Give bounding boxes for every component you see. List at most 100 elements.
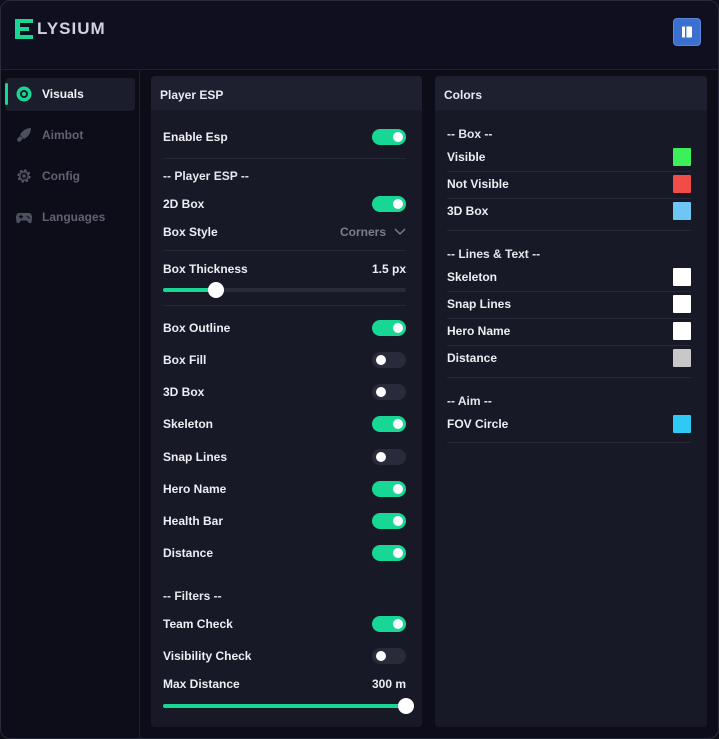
color-swatch[interactable] [673,175,691,193]
chevron-down-icon [394,228,406,235]
sidebar-item-label: Aimbot [42,128,84,142]
team-check-toggle[interactable] [372,616,406,632]
row-label: FOV Circle [447,417,509,431]
box-fill-row: Box Fill [163,352,406,368]
row-label: Snap Lines [447,297,512,311]
3d-box-toggle[interactable] [372,384,406,400]
snap-lines-toggle[interactable] [372,449,406,465]
sidebar: Visuals Aimbot Config Languages [1,70,140,738]
sidebar-item-languages[interactable]: Languages [5,201,135,234]
section-heading: -- Lines & Text -- [447,247,541,261]
row-label: Visibility Check [163,649,252,663]
dropdown-value: Corners [339,225,386,239]
row-label: Enable Esp [163,130,228,144]
divider [447,442,691,443]
section-heading: -- Box -- [447,127,493,141]
color-swatch[interactable] [673,295,691,313]
distance-toggle[interactable] [372,545,406,561]
row-label: Not Visible [447,177,509,191]
header-book-button[interactable] [673,18,701,46]
toggle-knob [376,355,386,365]
3d-box-row: 3D Box [163,384,406,400]
toggle-knob [376,452,386,462]
logo: LYSIUM [13,17,106,41]
row-label: Box Outline [163,321,231,335]
divider [163,158,406,159]
color-row-3d-box: 3D Box [447,202,691,220]
sidebar-item-config[interactable]: Config [5,160,135,193]
snap-lines-row: Snap Lines [163,449,406,465]
section-heading: -- Filters -- [163,589,222,603]
skeleton-toggle[interactable] [372,416,406,432]
health-bar-toggle[interactable] [372,513,406,529]
color-row-skeleton: Skeleton [447,268,691,286]
toggle-knob [393,484,403,494]
row-label: Box Thickness [163,262,248,276]
slider-fill [163,704,406,708]
toggle-knob [393,548,403,558]
box-thickness-slider[interactable] [163,282,406,298]
row-label: Visible [447,150,486,164]
panel-title: Player ESP [151,76,422,110]
sidebar-item-label: Config [42,169,80,183]
color-swatch[interactable] [673,202,691,220]
row-label: 2D Box [163,197,205,211]
max-distance-slider[interactable] [163,698,414,714]
row-label: Skeleton [447,270,498,284]
sidebar-item-aimbot[interactable]: Aimbot [5,119,135,152]
row-label: Distance [447,351,498,365]
app-name: LYSIUM [37,19,106,38]
slider-thumb[interactable] [398,698,414,714]
skeleton-row: Skeleton [163,416,406,432]
color-row-not-visible: Not Visible [447,175,691,193]
row-label: Health Bar [163,514,224,528]
color-row-fov-circle: FOV Circle [447,415,691,433]
divider [447,377,691,378]
divider [447,345,691,346]
toggle-knob [393,619,403,629]
box-outline-toggle[interactable] [372,320,406,336]
color-swatch[interactable] [673,268,691,286]
divider [163,305,406,306]
divider [447,171,691,172]
active-indicator [5,83,8,105]
eye-target-icon [16,86,32,102]
row-label: Hero Name [163,482,227,496]
gear-icon [17,169,31,183]
toggle-knob [393,419,403,429]
hero-name-row: Hero Name [163,481,406,497]
box-fill-toggle[interactable] [372,352,406,368]
team-check-row: Team Check [163,616,406,632]
sidebar-item-visuals[interactable]: Visuals [5,78,135,111]
color-row-snap-lines: Snap Lines [447,295,691,313]
row-label: Skeleton [163,417,214,431]
color-row-visible: Visible [447,148,691,166]
colors-panel: Colors -- Box -- Visible Not Visible 3D Bo… [435,76,707,727]
enable-esp-toggle[interactable] [372,129,406,145]
box-style-dropdown[interactable]: Corners [340,225,406,239]
hero-name-toggle[interactable] [372,481,406,497]
max-distance-value: 300 m [371,677,406,691]
book-icon [682,26,692,38]
box-2d-toggle[interactable] [372,196,406,212]
slider-thumb[interactable] [208,282,225,298]
row-label: Max Distance [163,677,240,691]
player-esp-panel: Player ESP Enable Esp -- Player ESP -- 2… [151,76,422,727]
rocket-icon [17,128,31,142]
box-outline-row: Box Outline [163,320,406,336]
row-label: Distance [163,546,214,560]
color-swatch[interactable] [673,415,691,433]
section-heading: -- Aim -- [447,394,492,408]
row-label: Team Check [163,617,233,631]
toggle-knob [393,199,403,209]
color-swatch[interactable] [673,148,691,166]
row-label: Box Fill [163,353,207,367]
max-distance-row: Max Distance 300 m [163,677,406,691]
visibility-check-toggle[interactable] [372,648,406,664]
color-swatch[interactable] [673,349,691,367]
enable-esp-row: Enable Esp [163,129,406,145]
section-heading: -- Player ESP -- [163,169,249,183]
color-swatch[interactable] [673,322,691,340]
divider [163,250,406,251]
row-label: Box Style [163,225,218,239]
